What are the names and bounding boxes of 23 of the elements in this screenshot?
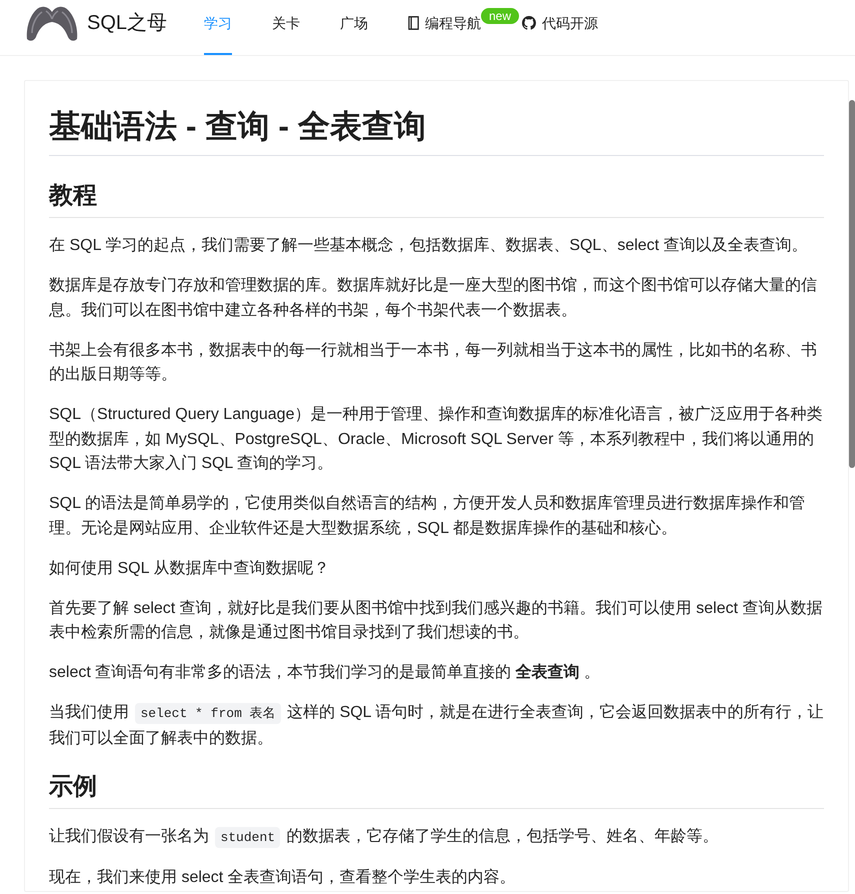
paragraph: 让我们假设有一张名为 student 的数据表，它存储了学生的信息，包括学号、姓名、年龄等。: [49, 825, 824, 850]
section-heading: 示例: [49, 771, 824, 809]
paragraph: 书架上会有很多本书，数据表中的每一行就相当于一本书，每一列就相当于这本书的属性，比如书的名称、书的出版日期等等。: [49, 340, 818, 385]
paragraph: select 查询语句有非常多的语法，本节我们学习的是最简单直接的 全表查询 。: [49, 662, 602, 683]
new-badge: new: [481, 8, 520, 24]
paragraph: 如何使用 SQL 从数据库中查询数据呢？: [49, 558, 330, 578]
book-icon: [408, 16, 419, 30]
paragraph: 首先要了解 select 查询，就好比是我们要从图书馆中找到我们感兴趣的书籍。我们可以使用 select 查询从数据表中检索所需的信息，就像是通过图书馆目录找到了我们想读的书。: [49, 598, 824, 643]
paragraph: 在 SQL 学习的起点，我们需要了解一些基本概念，包括数据库、数据表、SQL、select 查询以及全表查询。: [49, 236, 809, 256]
paragraph: SQL（Structured Query Language）是一种用于管理、操作和查询数据库的标准化语言，被广泛应用于各种类型的数据库，如 MySQL、PostgreSQL、Oracle、Microsoft SQL Server 等，本系列教程中，我们将以通用的 SQL 语法带大家入门 SQL 查询的学习。: [49, 404, 824, 474]
page-title: 基础语法 - 查询 - 全表查询: [49, 105, 824, 156]
paragraph: 数据库是存放专门存放和管理数据的库。数据库就好比是一座大型的图书馆，而这个图书馆可以存储大量的信息。我们可以在图书馆中建立各种各样的书架，每个书架代表一个数据表。: [49, 276, 818, 320]
nav-tab[interactable]: 代码开源: [522, 0, 598, 55]
site-name[interactable]: SQL之母: [87, 9, 168, 37]
section-heading: 教程: [49, 180, 824, 218]
paragraph: SQL 的语法是简单易学的，它使用类似自然语言的结构，方便开发人员和数据库管理员进行数据库操作和管理。无论是网站应用、企业软件还是大型数据系统，SQL 都是数据库操作的基础和核心。: [49, 494, 806, 538]
paragraph: 当我们使用 select * from 表名 这样的 SQL 语句时，就是在进行全表查询，它会返回数据表中的所有行，让我们可以全面了解表中的数据。: [49, 702, 824, 748]
nav-tab[interactable]: 关卡: [272, 0, 300, 55]
nav-tab[interactable]: 编程导航: [408, 0, 481, 55]
scrollbar-thumb[interactable]: [849, 100, 855, 468]
paragraph: 现在，我们来使用 select 全表查询语句，查看整个学生表的内容。: [49, 868, 517, 888]
nav-tab[interactable]: 广场: [340, 0, 368, 55]
octocat-icon: [522, 16, 536, 30]
